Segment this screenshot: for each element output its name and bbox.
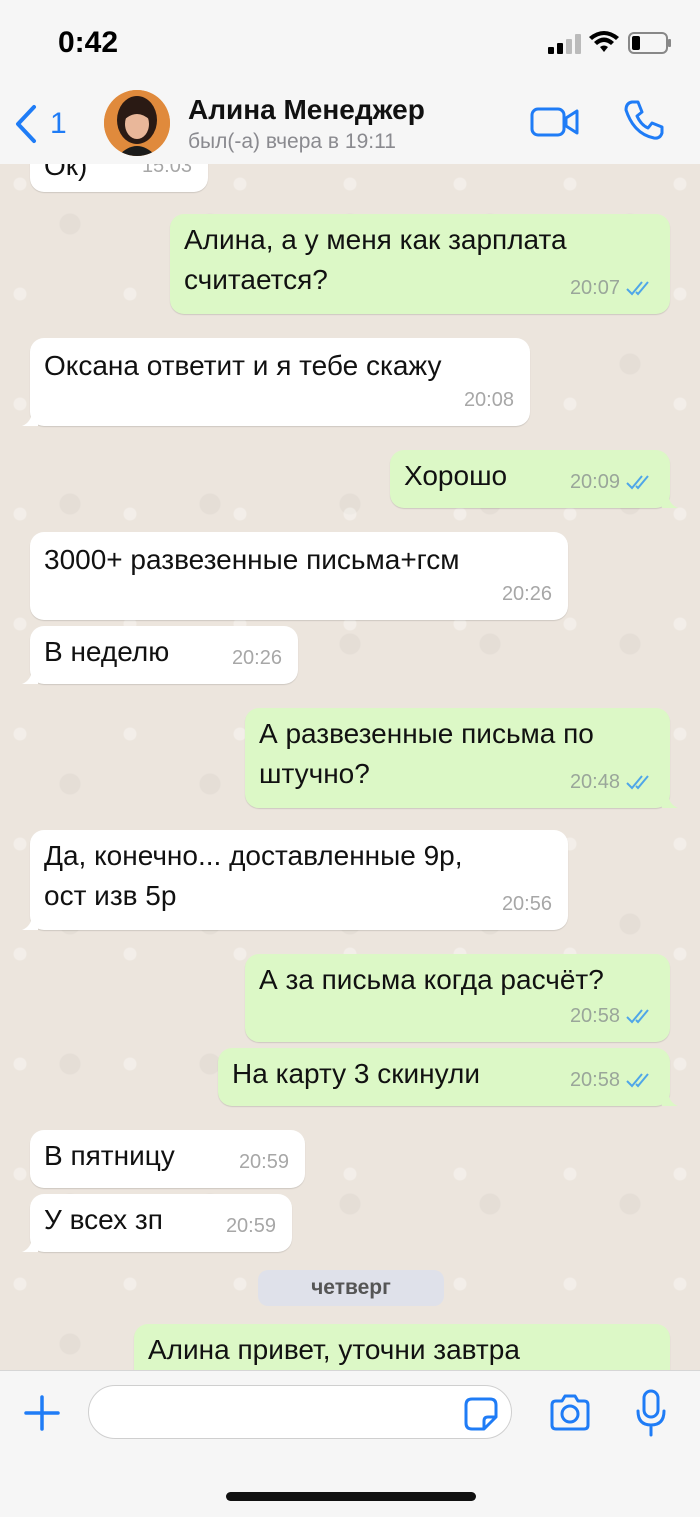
plus-icon[interactable]	[22, 1393, 62, 1433]
message-time: 20:58	[569, 1005, 620, 1027]
sticker-icon[interactable]	[464, 1397, 498, 1431]
contact-name[interactable]: Алина Менеджер	[188, 94, 425, 126]
status-bar: 0:42	[0, 0, 700, 84]
message-incoming[interactable]: Оксана ответит и я тебе скажу 20:08	[22, 338, 530, 426]
message-time: 20:58	[569, 1069, 620, 1091]
phone-call-icon[interactable]	[622, 98, 666, 142]
message-outgoing[interactable]: На карту 3 скинули 20:58	[218, 1048, 678, 1106]
video-call-icon[interactable]	[530, 102, 580, 142]
message-text-line-1: Алина, а у меня как зарплата	[184, 224, 567, 255]
message-incoming[interactable]: 3000+ развезенные письма+гсм 20:26	[30, 532, 568, 620]
message-incoming[interactable]: В пятницу 20:59	[30, 1130, 305, 1188]
bubble-tail	[22, 914, 38, 930]
message-input-bar	[0, 1370, 700, 1517]
microphone-icon[interactable]	[636, 1389, 666, 1437]
message-time: 20:08	[463, 389, 514, 411]
message-incoming[interactable]: Ок) 15:03	[30, 164, 208, 192]
home-indicator	[226, 1492, 476, 1501]
message-time: 20:59	[238, 1151, 289, 1173]
read-receipt-icon	[626, 1073, 649, 1088]
bubble-tail	[662, 792, 678, 808]
message-incoming[interactable]: В неделю 20:26	[22, 626, 298, 684]
wifi-icon	[589, 31, 619, 52]
bubble-tail	[662, 492, 678, 508]
chat-area[interactable]: Ок) 15:03 Алина, а у меня как зарплата с…	[0, 164, 700, 1370]
read-receipt-icon	[626, 475, 649, 490]
bubble-tail	[22, 1236, 38, 1252]
message-incoming[interactable]: Да, конечно... доставленные 9р, ост изв …	[22, 830, 568, 930]
message-incoming[interactable]: У всех зп 20:59	[22, 1194, 292, 1252]
avatar[interactable]	[104, 90, 170, 156]
message-time: 20:09	[569, 471, 620, 493]
message-text-line-2: считается?	[184, 264, 328, 295]
message-time: 20:26	[501, 583, 552, 605]
bubble-tail	[662, 1090, 678, 1106]
bubble-tail	[22, 668, 38, 684]
back-button[interactable]: 1	[14, 102, 67, 146]
bubble-tail	[22, 410, 38, 426]
message-outgoing[interactable]: Алина, а у меня как зарплата считается? …	[170, 214, 670, 314]
status-time: 0:42	[58, 26, 119, 59]
unread-count: 1	[50, 107, 67, 140]
message-time: 20:26	[231, 647, 282, 669]
message-outgoing[interactable]: Хорошо 20:09	[390, 450, 678, 508]
message-time: 20:07	[569, 277, 620, 299]
day-separator: четверг	[258, 1270, 444, 1306]
message-time: 20:56	[501, 893, 552, 915]
message-time: 20:59	[225, 1215, 276, 1237]
message-time: 15:03	[141, 164, 192, 177]
chevron-left-icon	[16, 105, 36, 143]
cellular-signal-icon	[548, 34, 581, 54]
read-receipt-icon	[626, 1009, 649, 1024]
message-input[interactable]	[88, 1385, 512, 1439]
read-receipt-icon	[626, 281, 649, 296]
message-outgoing[interactable]: А за письма когда расчёт? 20:58	[245, 954, 670, 1042]
chat-header: 1 Алина Менеджер был(-а) вчера в 19:11	[0, 84, 700, 165]
camera-icon[interactable]	[548, 1393, 592, 1433]
message-outgoing[interactable]: А развезенные письма по штучно? 20:48	[245, 708, 678, 808]
message-time: 20:48	[569, 771, 620, 793]
message-outgoing[interactable]: Алина привет, уточни завтра	[134, 1324, 670, 1370]
battery-icon	[628, 32, 671, 54]
read-receipt-icon	[626, 775, 649, 790]
avatar-image	[104, 90, 170, 156]
contact-last-seen: был(-а) вчера в 19:11	[188, 130, 396, 153]
